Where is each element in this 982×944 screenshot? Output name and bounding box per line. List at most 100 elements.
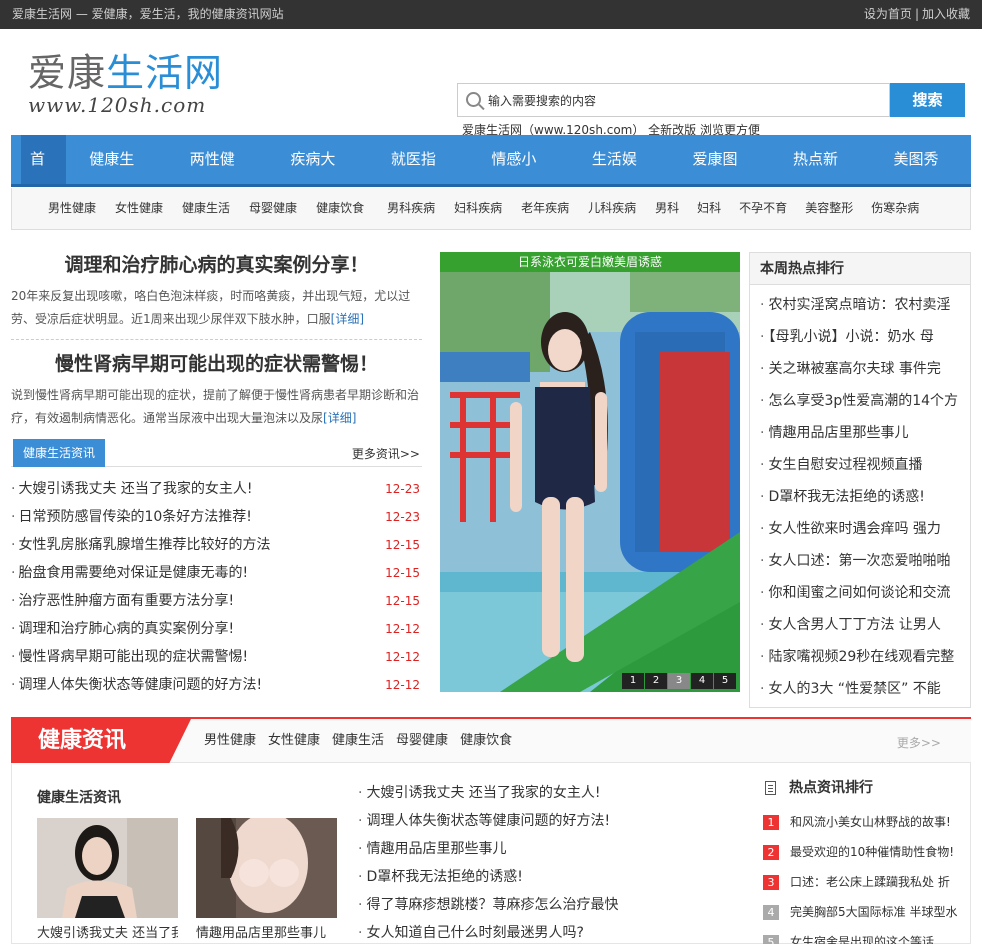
news-item[interactable]: 调理和治疗肺心病的真实案例分享! 12-12	[11, 615, 422, 643]
featured-title[interactable]: 慢性肾病早期可能出现的症状需警惕！	[11, 344, 422, 384]
hot-item[interactable]: 女人口述：第一次恋爱啪啪啪	[760, 545, 960, 577]
hot-item[interactable]: 关之琳被塞高尔夫球 事件完	[760, 353, 960, 385]
hot-item[interactable]: 陆家嘴视频29秒在线观看完整	[760, 641, 960, 673]
subnav-item[interactable]: 健康饮食	[316, 188, 364, 228]
hot-item[interactable]: 怎么享受3p性爱高潮的14个方	[760, 385, 960, 417]
slide-image[interactable]	[440, 272, 740, 692]
news-title[interactable]: 治疗恶性肿瘤方面有重要方法分享!	[11, 587, 234, 615]
thumb-image[interactable]	[196, 818, 337, 918]
news-title[interactable]: 女性乳房胀痛乳腺增生推荐比较好的方法	[11, 531, 270, 559]
rank-item[interactable]: 5 女生宿舍是出现的这个等话	[763, 927, 963, 944]
hot-item[interactable]: 女人性欲来时遇会痒吗 强力	[760, 513, 960, 545]
band-more-link[interactable]: 更多>>	[897, 734, 941, 751]
hot-item[interactable]: 女人的3大 “性爱禁区” 不能	[760, 673, 960, 705]
slide-dot[interactable]: 5	[714, 673, 736, 689]
rank-title[interactable]: 完美胸部5大国际标准 半球型水	[790, 897, 957, 927]
slide-dot[interactable]: 2	[645, 673, 667, 689]
nav-item[interactable]: 首页	[21, 135, 67, 217]
slide-dot[interactable]: 3	[668, 673, 690, 689]
hot-item[interactable]: 女生自慰安过程视频直播	[760, 449, 960, 481]
rank-title[interactable]: 口述：老公床上蹂躏我私处 折	[790, 867, 950, 897]
band-tab[interactable]: 男性健康	[204, 719, 256, 763]
news-item[interactable]: 女性乳房胀痛乳腺增生推荐比较好的方法 12-15	[11, 531, 422, 559]
search-input[interactable]	[488, 91, 878, 109]
news-title[interactable]: 调理人体失衡状态等健康问题的好方法!	[11, 671, 262, 699]
subnav-item[interactable]: 女性健康	[115, 188, 163, 228]
more-news-link[interactable]: 更多资讯>>	[352, 445, 420, 462]
news-item[interactable]: 治疗恶性肿瘤方面有重要方法分享! 12-15	[11, 587, 422, 615]
subnav-item[interactable]: 伤寒杂病	[871, 188, 919, 228]
rank-item[interactable]: 2 最受欢迎的10种催情助性食物!	[763, 837, 963, 867]
band-tab[interactable]: 健康生活	[332, 719, 384, 763]
thumb-caption[interactable]: 大嫂引诱我丈夫 还当了我	[37, 918, 178, 944]
subnav-item[interactable]: 妇科疾病	[454, 188, 502, 228]
rank-item[interactable]: 4 完美胸部5大国际标准 半球型水	[763, 897, 963, 927]
thumb-item[interactable]: 情趣用品店里那些事儿	[196, 818, 337, 944]
detail-link[interactable]: [详细]	[331, 312, 364, 326]
nav-item[interactable]: 美图秀场	[871, 135, 972, 217]
nav-item[interactable]: 情感小说	[468, 135, 569, 217]
set-home-link[interactable]: 设为首页	[864, 7, 912, 21]
rank-title[interactable]: 女生宿舍是出现的这个等话	[790, 927, 934, 944]
news-title[interactable]: 慢性肾病早期可能出现的症状需警惕!	[11, 643, 248, 671]
slide-caption[interactable]: 日系泳衣可爱白嫩美眉诱惑	[440, 252, 740, 272]
mid-news-item[interactable]: 调理人体失衡状态等健康问题的好方法!	[358, 807, 618, 835]
mid-news-item[interactable]: 得了荨麻疹想跳楼？荨麻疹怎么治疗最快	[358, 891, 618, 919]
news-title[interactable]: 胎盘食用需要绝对保证是健康无毒的!	[11, 559, 248, 587]
news-item[interactable]: 调理人体失衡状态等健康问题的好方法! 12-12	[11, 671, 422, 699]
band-tab[interactable]: 母婴健康	[396, 719, 448, 763]
news-item[interactable]: 大嫂引诱我丈夫 还当了我家的女主人! 12-23	[11, 475, 422, 503]
news-item[interactable]: 慢性肾病早期可能出现的症状需警惕! 12-12	[11, 643, 422, 671]
subnav-item[interactable]: 老年疾病	[521, 188, 569, 228]
news-item[interactable]: 胎盘食用需要绝对保证是健康无毒的! 12-15	[11, 559, 422, 587]
news-title[interactable]: 日常预防感冒传染的10条好方法推荐!	[11, 503, 251, 531]
rank-item[interactable]: 3 口述：老公床上蹂躏我私处 折	[763, 867, 963, 897]
rank-item[interactable]: 1 和风流小美女山林野战的故事!	[763, 807, 963, 837]
thumb-caption[interactable]: 情趣用品店里那些事儿	[196, 918, 337, 944]
nav-item[interactable]: 热点新闻	[770, 135, 871, 217]
hot-item[interactable]: 【母乳小说】小说：奶水 母	[760, 321, 960, 353]
hot-item[interactable]: 女人含男人丁丁方法 让男人	[760, 609, 960, 641]
mid-news-item[interactable]: 大嫂引诱我丈夫 还当了我家的女主人!	[358, 779, 618, 807]
nav-item[interactable]: 生活娱乐	[569, 135, 670, 217]
mid-news-item[interactable]: D罩杯我无法拒绝的诱惑!	[358, 863, 618, 891]
search-button[interactable]: 搜索	[890, 83, 965, 117]
subnav-item[interactable]: 不孕不育	[739, 188, 787, 228]
subnav-item[interactable]: 妇科	[697, 188, 721, 228]
rank-title[interactable]: 最受欢迎的10种催情助性食物!	[790, 837, 954, 867]
news-title[interactable]: 大嫂引诱我丈夫 还当了我家的女主人!	[11, 475, 252, 503]
subnav-item[interactable]: 美容整形	[805, 188, 853, 228]
hot-item[interactable]: D罩杯我无法拒绝的诱惑!	[760, 481, 960, 513]
bookmark-link[interactable]: 加入收藏	[922, 7, 970, 21]
section-tag[interactable]: 健康生活资讯	[13, 439, 105, 467]
band-tab[interactable]: 女性健康	[268, 719, 320, 763]
nav-item[interactable]: 健康生活	[66, 135, 167, 217]
news-title[interactable]: 调理和治疗肺心病的真实案例分享!	[11, 615, 234, 643]
slide-dot[interactable]: 4	[691, 673, 713, 689]
mid-news-item[interactable]: 女人知道自己什么时刻最迷男人吗?	[358, 919, 618, 944]
thumb-item[interactable]: 大嫂引诱我丈夫 还当了我	[37, 818, 178, 944]
subnav-item[interactable]: 儿科疾病	[588, 188, 636, 228]
subnav-item[interactable]: 母婴健康	[249, 188, 297, 228]
hot-item[interactable]: 农村实淫窝点暗访：农村卖淫	[760, 289, 960, 321]
news-item[interactable]: 日常预防感冒传染的10条好方法推荐! 12-23	[11, 503, 422, 531]
nav-item[interactable]: 爱康图库	[669, 135, 770, 217]
hot-item[interactable]: 你和闺蜜之间如何谈论和交流	[760, 577, 960, 609]
mid-news-item[interactable]: 情趣用品店里那些事儿	[358, 835, 618, 863]
detail-link[interactable]: [详细]	[323, 411, 356, 425]
hot-item[interactable]: 情趣用品店里那些事儿	[760, 417, 960, 449]
rank-title[interactable]: 和风流小美女山林野战的故事!	[790, 807, 951, 837]
nav-item[interactable]: 两性健康	[167, 135, 268, 217]
image-slideshow[interactable]: 日系泳衣可爱白嫩美眉诱惑 12345	[440, 252, 740, 692]
subnav-item[interactable]: 男科疾病	[387, 188, 435, 228]
slide-dot[interactable]: 1	[622, 673, 644, 689]
nav-item[interactable]: 疾病大全	[267, 135, 368, 217]
featured-title[interactable]: 调理和治疗肺心病的真实案例分享！	[11, 245, 422, 285]
site-logo[interactable]: 爱康生活网 www.120sh.com	[28, 51, 223, 117]
subnav-item[interactable]: 健康生活	[182, 188, 230, 228]
nav-item[interactable]: 就医指南	[368, 135, 469, 217]
thumb-image[interactable]	[37, 818, 178, 918]
band-tab[interactable]: 健康饮食	[460, 719, 512, 763]
subnav-item[interactable]: 男性健康	[48, 188, 96, 228]
subnav-item[interactable]: 男科	[655, 188, 679, 228]
